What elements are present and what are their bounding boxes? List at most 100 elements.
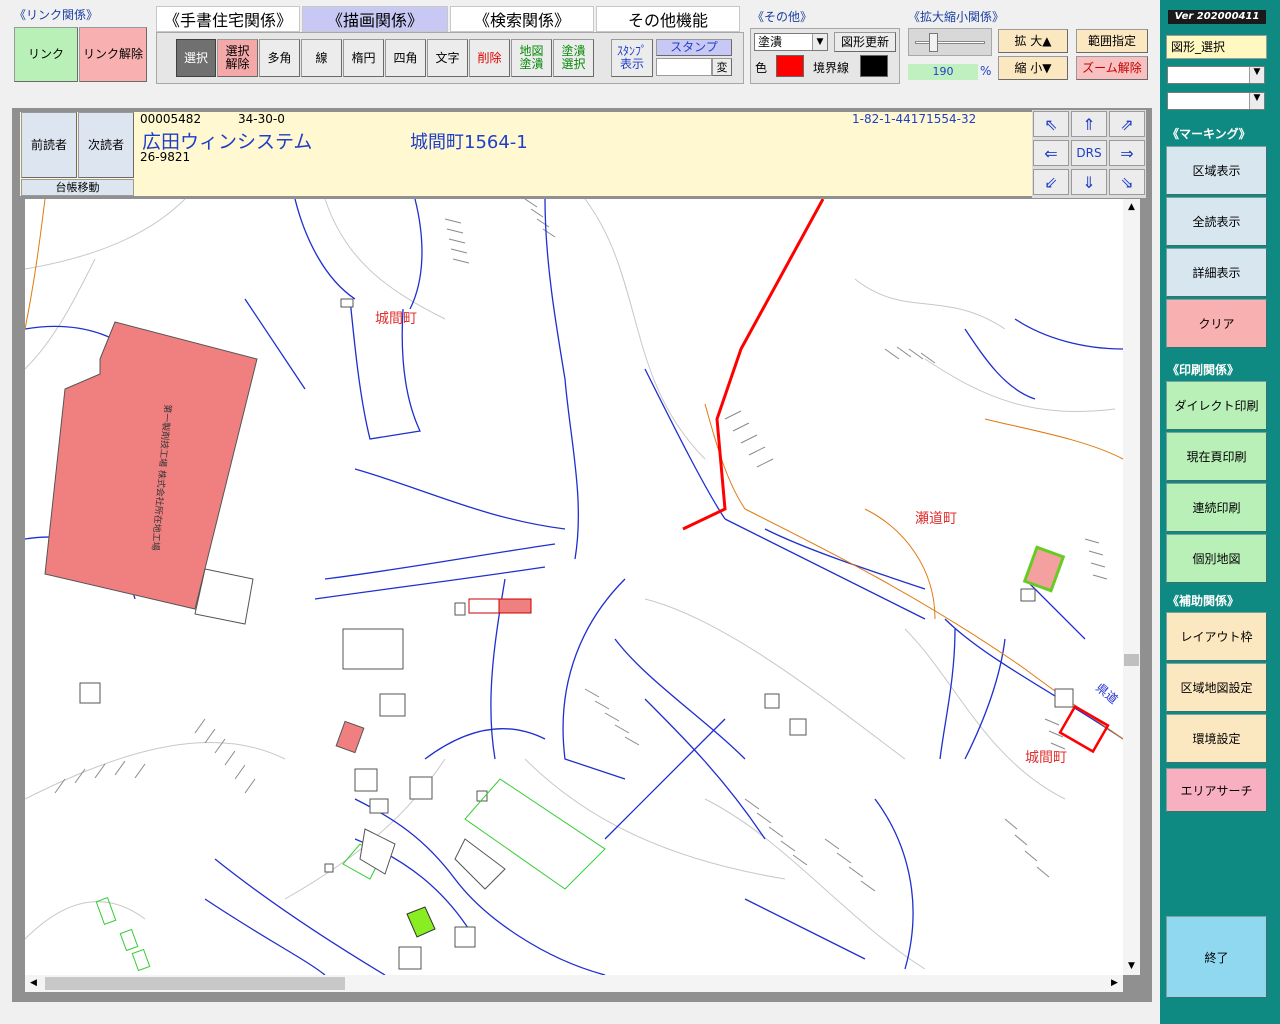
road-label: 県道 bbox=[1093, 681, 1120, 707]
record-sub: 26-9821 bbox=[140, 150, 191, 164]
town-label-3: 城間町 bbox=[1025, 750, 1067, 766]
zoom-reset-button[interactable]: ズーム解除 bbox=[1076, 56, 1148, 80]
range-select-button[interactable]: 範囲指定 bbox=[1076, 29, 1148, 53]
map-drawing: 城間町 瀬道町 城間町 県道 第一製剤技工場 株式会社所在地工場 bbox=[25, 199, 1123, 975]
store-highlight bbox=[498, 598, 532, 614]
link-group-title: 《リンク関係》 bbox=[14, 8, 99, 22]
scroll-left-icon[interactable]: ◀ bbox=[25, 975, 42, 992]
annex-building bbox=[194, 568, 254, 625]
zoom-value: 190 bbox=[908, 64, 978, 80]
green-parcels-sw bbox=[95, 897, 151, 972]
slider-thumb[interactable] bbox=[929, 33, 938, 52]
green-building bbox=[406, 906, 436, 938]
update-shape-button[interactable]: 図形更新 bbox=[834, 32, 896, 52]
tab-drawing[interactable]: 《描画関係》 bbox=[302, 6, 448, 32]
zoom-slider[interactable] bbox=[908, 28, 992, 56]
chevron-down-icon: ▼ bbox=[812, 34, 827, 50]
pan-north-icon[interactable]: ⇑ bbox=[1071, 111, 1107, 137]
clear-button[interactable]: クリア bbox=[1166, 299, 1267, 348]
highlighted-route bbox=[682, 199, 825, 531]
zoom-out-button[interactable]: 縮 小▼ bbox=[998, 56, 1068, 80]
select-tool-button[interactable]: 選択 bbox=[176, 39, 216, 77]
horizontal-scroll-thumb[interactable] bbox=[45, 977, 345, 990]
next-reader-button[interactable]: 次読者 bbox=[78, 112, 134, 178]
version-label: Ver 202000411 bbox=[1168, 10, 1266, 24]
sidebar-select-1[interactable]: ▼ bbox=[1167, 66, 1265, 84]
slider-track bbox=[915, 41, 985, 44]
map-canvas[interactable]: 城間町 瀬道町 城間町 県道 第一製剤技工場 株式会社所在地工場 bbox=[25, 199, 1123, 975]
tab-other-functions[interactable]: その他機能 bbox=[596, 6, 740, 32]
individual-map-button[interactable]: 個別地図 bbox=[1166, 534, 1267, 583]
continuous-print-button[interactable]: 連続印刷 bbox=[1166, 483, 1267, 532]
tab-search[interactable]: 《検索関係》 bbox=[450, 6, 594, 32]
tab-handwritten-housing[interactable]: 《手書住宅関係》 bbox=[156, 6, 300, 32]
layout-frame-button[interactable]: レイアウト枠 bbox=[1166, 612, 1267, 661]
page-print-button[interactable]: 現在頁印刷 bbox=[1166, 432, 1267, 481]
border-color-swatch[interactable] bbox=[860, 55, 888, 77]
slope-hatching bbox=[54, 199, 1108, 892]
customer-address: 城間町1564-1 bbox=[410, 132, 528, 153]
fill-select-button[interactable]: 塗潰 選択 bbox=[553, 39, 594, 77]
map-fill-button[interactable]: 地図 塗潰 bbox=[511, 39, 552, 77]
pan-northeast-icon[interactable]: ⇗ bbox=[1109, 111, 1145, 137]
sidebar-select-2[interactable]: ▼ bbox=[1167, 92, 1265, 110]
zoom-in-button[interactable]: 拡 大▲ bbox=[998, 29, 1068, 53]
other-group-title: 《その他》 bbox=[752, 10, 813, 24]
stamp-change-button[interactable]: 変 bbox=[712, 58, 732, 76]
pan-northwest-icon[interactable]: ⇖ bbox=[1033, 111, 1069, 137]
prev-reader-button[interactable]: 前読者 bbox=[21, 112, 77, 178]
link-button[interactable]: リンク bbox=[14, 27, 78, 82]
polygon-tool-button[interactable]: 多角 bbox=[259, 39, 300, 77]
stamp-show-button[interactable]: ｽﾀﾝﾌﾟ 表示 bbox=[611, 39, 653, 77]
rect-tool-button[interactable]: 四角 bbox=[385, 39, 426, 77]
vertical-scrollbar[interactable]: ▲ ▼ bbox=[1123, 199, 1140, 975]
office-building bbox=[359, 828, 396, 875]
zoom-percent: % bbox=[980, 64, 992, 78]
print-section-title: 《印刷関係》 bbox=[1167, 363, 1240, 377]
area-show-button[interactable]: 区域表示 bbox=[1166, 146, 1267, 195]
pan-southwest-icon[interactable]: ⇙ bbox=[1033, 169, 1069, 195]
factory-building[interactable] bbox=[44, 321, 258, 610]
direct-print-button[interactable]: ダイレクト印刷 bbox=[1166, 381, 1267, 430]
marking-section-title: 《マーキング》 bbox=[1167, 127, 1251, 141]
pan-east-icon[interactable]: ⇒ bbox=[1109, 140, 1145, 166]
scroll-down-icon[interactable]: ▼ bbox=[1123, 958, 1140, 975]
pan-south-icon[interactable]: ⇓ bbox=[1071, 169, 1107, 195]
fill-type-select[interactable]: 塗潰 ▼ bbox=[754, 33, 828, 51]
green-outlined-building bbox=[1022, 545, 1066, 593]
scroll-up-icon[interactable]: ▲ bbox=[1123, 199, 1140, 216]
fill-color-swatch[interactable] bbox=[776, 55, 804, 77]
all-read-button[interactable]: 全読表示 bbox=[1166, 197, 1267, 246]
record-id: 00005482 bbox=[140, 112, 202, 126]
aux-section-title: 《補助関係》 bbox=[1167, 594, 1240, 608]
detail-show-button[interactable]: 詳細表示 bbox=[1166, 248, 1267, 297]
town-label-2: 瀬道町 bbox=[915, 511, 957, 527]
deselect-button[interactable]: 選択 解除 bbox=[217, 39, 258, 77]
vertical-scroll-thumb[interactable] bbox=[1124, 654, 1139, 666]
ellipse-tool-button[interactable]: 楕円 bbox=[343, 39, 384, 77]
stamp-input[interactable] bbox=[656, 58, 712, 76]
mode-display: 図形_選択 bbox=[1166, 35, 1267, 59]
ledger-move-label: 台帳移動 bbox=[21, 179, 134, 196]
fill-type-value: 塗潰 bbox=[758, 35, 783, 49]
lot-building bbox=[454, 838, 506, 890]
border-label: 境界線 bbox=[813, 61, 850, 75]
record-ref: 1-82-1-44171554-32 bbox=[852, 112, 977, 126]
scroll-right-icon[interactable]: ▶ bbox=[1106, 975, 1123, 992]
env-settings-button[interactable]: 環境設定 bbox=[1166, 714, 1267, 763]
chevron-down-icon: ▼ bbox=[1249, 67, 1264, 83]
area-map-settings-button[interactable]: 区域地図設定 bbox=[1166, 663, 1267, 712]
pan-west-icon[interactable]: ⇐ bbox=[1033, 140, 1069, 166]
delete-tool-button[interactable]: 削除 bbox=[469, 39, 510, 77]
pan-southeast-icon[interactable]: ⇘ bbox=[1109, 169, 1145, 195]
stamp-button[interactable]: スタンプ bbox=[656, 39, 732, 56]
drs-button[interactable]: DRS bbox=[1071, 140, 1107, 166]
area-search-button[interactable]: エリアサーチ bbox=[1166, 768, 1267, 812]
text-tool-button[interactable]: 文字 bbox=[427, 39, 468, 77]
line-tool-button[interactable]: 線 bbox=[301, 39, 342, 77]
unlink-button[interactable]: リンク解除 bbox=[79, 27, 147, 82]
horizontal-scrollbar[interactable]: ◀ ▶ bbox=[25, 975, 1123, 992]
chevron-down-icon: ▼ bbox=[1249, 93, 1264, 109]
exit-button[interactable]: 終了 bbox=[1166, 916, 1267, 998]
town-label-1: 城間町 bbox=[375, 311, 417, 327]
